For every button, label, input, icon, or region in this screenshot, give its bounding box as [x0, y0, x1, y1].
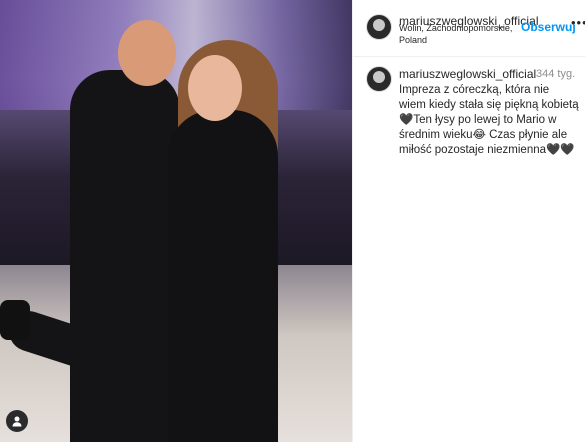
photo-figure-woman-head: [188, 55, 242, 121]
comment-avatar[interactable]: [366, 66, 392, 92]
user-icon: [12, 416, 22, 427]
caption-text: Impreza z córeczką, która nie wiem kiedy…: [399, 84, 579, 156]
photo-figure-man: [70, 70, 180, 442]
post-sidebar: mariuszweglowski_official Obserwuj ••• W…: [352, 0, 585, 442]
comment-timestamp[interactable]: 344 tyg.: [536, 68, 575, 80]
follow-button[interactable]: Obserwuj: [521, 20, 576, 34]
photo-figure-man-head: [118, 20, 176, 86]
tagged-user-icon[interactable]: [6, 410, 28, 432]
comment-username[interactable]: mariuszweglowski_official: [399, 67, 536, 81]
photo-figure-woman: [168, 110, 278, 442]
post-header: mariuszweglowski_official Obserwuj ••• W…: [353, 0, 585, 57]
more-options-icon[interactable]: •••: [571, 15, 585, 30]
avatar[interactable]: [366, 14, 392, 40]
photo-figure-shoe: [0, 300, 30, 340]
location-link[interactable]: Wolin, Zachodniopomorskie, Poland: [399, 22, 524, 46]
post-photo[interactable]: [0, 0, 352, 442]
